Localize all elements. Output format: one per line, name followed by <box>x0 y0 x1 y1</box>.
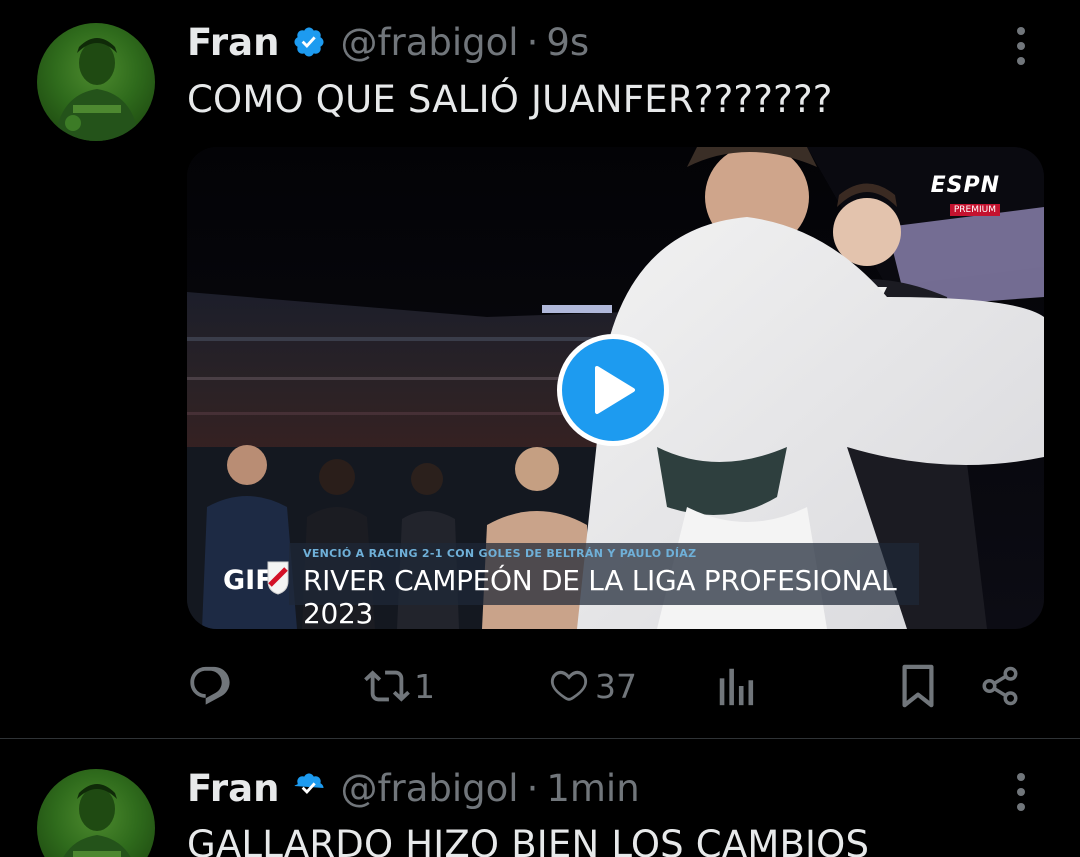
retweet-button[interactable]: 1 <box>364 660 435 712</box>
share-icon <box>982 666 1018 706</box>
heart-icon <box>550 670 588 701</box>
caption-title: RIVER CAMPEÓN DE LA LIGA PROFESIONAL 202… <box>303 564 897 629</box>
tweet-timestamp[interactable]: 9s <box>546 21 589 64</box>
tweet-actions: 1 37 <box>187 660 1037 712</box>
author-handle[interactable]: @frabigol <box>340 21 518 64</box>
author-handle[interactable]: @frabigol <box>340 767 518 810</box>
separator-dot: · <box>526 20 539 64</box>
more-options-icon[interactable] <box>1006 767 1036 817</box>
tweet-text: GALLARDO HIZO BIEN LOS CAMBIOS <box>187 823 870 857</box>
gif-media[interactable]: ESPN PREMIUM VENCIÓ A RACING 2-1 CON GOL… <box>187 147 1044 629</box>
bookmark-icon <box>902 664 934 708</box>
broadcaster-logo: ESPN PREMIUM <box>930 173 1000 216</box>
verified-badge-icon <box>292 25 326 59</box>
more-options-icon[interactable] <box>1006 21 1036 71</box>
avatar[interactable] <box>37 769 155 857</box>
caption-subtitle: VENCIÓ A RACING 2-1 CON GOLES DE BELTRÁN… <box>303 547 697 560</box>
views-icon <box>719 668 754 706</box>
play-button[interactable] <box>557 334 669 446</box>
tweet-header: Fran @frabigol · 1min <box>187 763 640 813</box>
reply-button[interactable] <box>187 660 233 712</box>
lower-third-caption: VENCIÓ A RACING 2-1 CON GOLES DE BELTRÁN… <box>289 543 919 629</box>
bookmark-button[interactable] <box>897 660 939 712</box>
avatar[interactable] <box>37 23 155 141</box>
author-name[interactable]: Fran <box>187 767 279 810</box>
tweet-header: Fran @frabigol · 9s <box>187 17 589 67</box>
share-button[interactable] <box>979 660 1021 712</box>
club-crest-icon <box>267 561 289 595</box>
tweet[interactable]: Fran @frabigol · 9s COMO QUE SALIÓ JUANF… <box>0 0 1080 738</box>
views-button[interactable] <box>717 660 757 712</box>
retweet-icon <box>364 670 410 702</box>
retweet-count: 1 <box>414 666 435 706</box>
reply-icon <box>190 666 230 705</box>
verified-badge-icon <box>292 771 326 805</box>
tweet-timestamp[interactable]: 1min <box>546 767 639 810</box>
author-name[interactable]: Fran <box>187 21 279 64</box>
separator-dot: · <box>526 766 539 810</box>
like-button[interactable]: 37 <box>547 660 637 712</box>
play-icon <box>595 366 635 414</box>
tweet-text: COMO QUE SALIÓ JUANFER??????? <box>187 78 833 121</box>
like-count: 37 <box>595 666 637 706</box>
tweet[interactable]: Fran @frabigol · 1min GALLARDO HIZO BIEN… <box>0 739 1080 857</box>
